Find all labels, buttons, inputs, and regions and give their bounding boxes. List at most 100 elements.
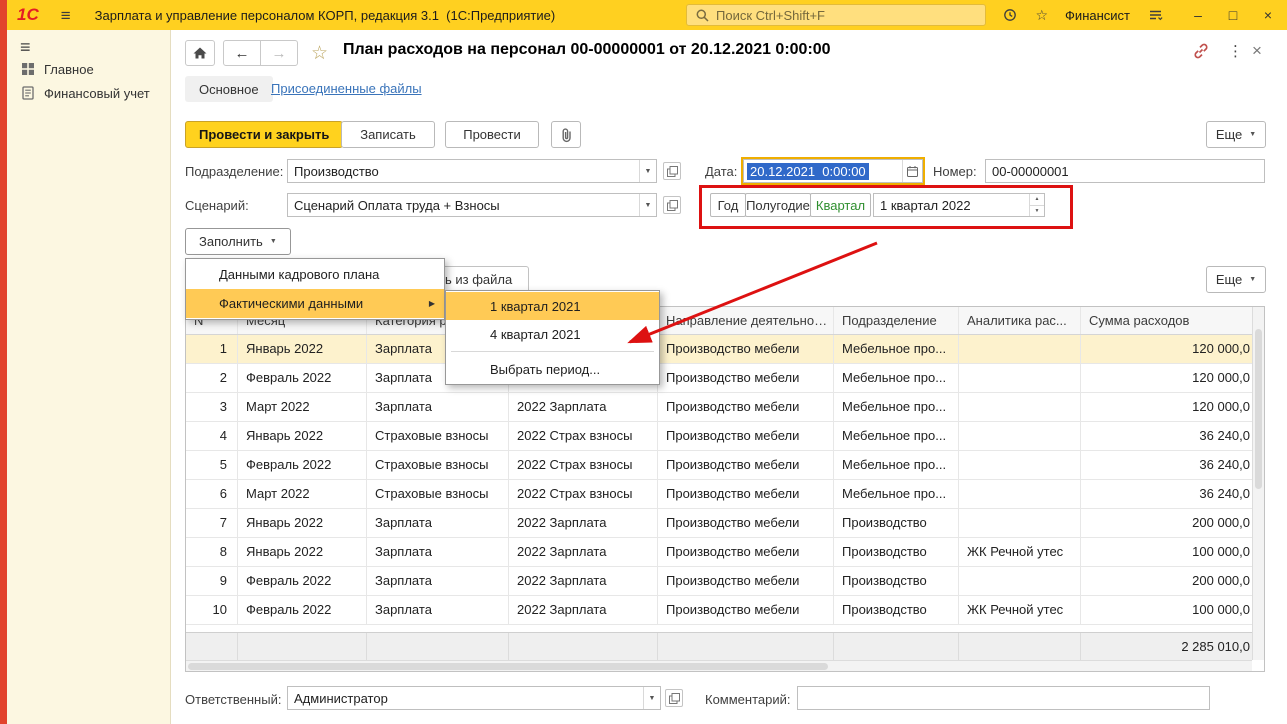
sidebar-item-main[interactable]: Главное bbox=[7, 57, 170, 81]
amount-cell[interactable]: 36 240,0 bbox=[1081, 480, 1254, 508]
category-cell[interactable]: Зарплата bbox=[367, 538, 509, 566]
table-row[interactable]: 7 Январь 2022 Зарплата 2022 Зарплата Про… bbox=[186, 509, 1254, 538]
analytics-cell[interactable] bbox=[959, 509, 1081, 537]
analytics-cell[interactable] bbox=[959, 451, 1081, 479]
row-number-cell[interactable]: 3 bbox=[186, 393, 238, 421]
amount-cell[interactable]: 200 000,0 bbox=[1081, 509, 1254, 537]
period-halfyear-button[interactable]: Полугодие bbox=[745, 193, 811, 217]
responsible-input[interactable]: Администратор ▼ bbox=[287, 686, 661, 710]
month-cell[interactable]: Январь 2022 bbox=[238, 335, 367, 363]
menu-item-staff-plan-data[interactable]: Данными кадрового плана bbox=[186, 260, 444, 289]
service-menu-icon[interactable] bbox=[1147, 7, 1164, 23]
activity-direction-cell[interactable]: Производство мебели bbox=[658, 335, 834, 363]
sections-panel-menu-icon[interactable]: ≡ bbox=[20, 38, 31, 56]
home-button[interactable] bbox=[185, 40, 215, 66]
expense-item-cell[interactable]: 2022 Зарплата bbox=[509, 509, 658, 537]
amount-cell[interactable]: 100 000,0 bbox=[1081, 538, 1254, 566]
activity-direction-cell[interactable]: Производство мебели bbox=[658, 480, 834, 508]
expense-item-cell[interactable]: 2022 Зарплата bbox=[509, 567, 658, 595]
category-cell[interactable]: Зарплата bbox=[367, 509, 509, 537]
menu-item-actual-data[interactable]: Фактическими данными ▶ bbox=[186, 289, 444, 318]
row-number-cell[interactable]: 7 bbox=[186, 509, 238, 537]
responsible-dropdown-icon[interactable]: ▼ bbox=[643, 687, 660, 709]
activity-direction-cell[interactable]: Производство мебели bbox=[658, 422, 834, 450]
category-cell[interactable]: Зарплата bbox=[367, 567, 509, 595]
category-cell[interactable]: Зарплата bbox=[367, 393, 509, 421]
table-row[interactable]: 4 Январь 2022 Страховые взносы 2022 Стра… bbox=[186, 422, 1254, 451]
month-cell[interactable]: Февраль 2022 bbox=[238, 567, 367, 595]
expense-item-cell[interactable]: 2022 Зарплата bbox=[509, 596, 658, 624]
table-more-button[interactable]: Еще ▼ bbox=[1206, 266, 1266, 293]
table-row[interactable]: 1 Январь 2022 Зарплата Производство мебе… bbox=[186, 335, 1254, 364]
date-input[interactable]: 20.12.2021 0:00:00 bbox=[743, 159, 923, 183]
row-number-cell[interactable]: 4 bbox=[186, 422, 238, 450]
activity-direction-cell[interactable]: Производство мебели bbox=[658, 538, 834, 566]
get-link-icon[interactable] bbox=[1192, 42, 1210, 63]
favorites-star-icon[interactable]: ☆ bbox=[1035, 7, 1048, 24]
analytics-cell[interactable] bbox=[959, 393, 1081, 421]
header-cell[interactable]: Аналитика рас... bbox=[959, 307, 1081, 334]
row-number-cell[interactable]: 5 bbox=[186, 451, 238, 479]
row-number-cell[interactable]: 6 bbox=[186, 480, 238, 508]
period-spinner[interactable]: ▲ ▼ bbox=[1029, 194, 1044, 216]
row-number-cell[interactable]: 10 bbox=[186, 596, 238, 624]
header-cell[interactable]: Подразделение bbox=[834, 307, 959, 334]
toolbar-more-button[interactable]: Еще ▼ bbox=[1206, 121, 1266, 148]
category-cell[interactable]: Страховые взносы bbox=[367, 422, 509, 450]
activity-direction-cell[interactable]: Производство мебели bbox=[658, 509, 834, 537]
month-cell[interactable]: Январь 2022 bbox=[238, 538, 367, 566]
sidebar-item-financial-accounting[interactable]: Финансовый учет bbox=[7, 81, 170, 105]
window-close-button[interactable]: × bbox=[1259, 7, 1277, 23]
department-cell[interactable]: Производство bbox=[834, 509, 959, 537]
table-row[interactable]: 10 Февраль 2022 Зарплата 2022 Зарплата П… bbox=[186, 596, 1254, 625]
table-row[interactable]: 5 Февраль 2022 Страховые взносы 2022 Стр… bbox=[186, 451, 1254, 480]
number-input[interactable]: 00-00000001 bbox=[985, 159, 1265, 183]
row-number-cell[interactable]: 2 bbox=[186, 364, 238, 392]
spin-up-icon[interactable]: ▲ bbox=[1030, 194, 1044, 206]
month-cell[interactable]: Февраль 2022 bbox=[238, 596, 367, 624]
department-cell[interactable]: Мебельное про... bbox=[834, 451, 959, 479]
department-cell[interactable]: Производство bbox=[834, 567, 959, 595]
amount-cell[interactable]: 120 000,0 bbox=[1081, 335, 1254, 363]
more-actions-dots-icon[interactable]: ⋮ bbox=[1228, 42, 1243, 60]
document-close-icon[interactable]: × bbox=[1252, 41, 1262, 61]
table-row[interactable]: 6 Март 2022 Страховые взносы 2022 Страх … bbox=[186, 480, 1254, 509]
post-and-close-button[interactable]: Провести и закрыть bbox=[185, 121, 344, 148]
category-cell[interactable]: Страховые взносы bbox=[367, 480, 509, 508]
vertical-scrollbar-thumb[interactable] bbox=[1255, 329, 1262, 489]
scenario-dropdown-icon[interactable]: ▼ bbox=[639, 194, 656, 216]
analytics-cell[interactable] bbox=[959, 364, 1081, 392]
vertical-scrollbar[interactable] bbox=[1252, 307, 1264, 660]
expense-item-cell[interactable]: 2022 Страх взносы bbox=[509, 422, 658, 450]
department-cell[interactable]: Мебельное про... bbox=[834, 335, 959, 363]
scenario-input[interactable]: Сценарий Оплата труда + Взносы ▼ bbox=[287, 193, 657, 217]
global-search-input[interactable]: Поиск Ctrl+Shift+F bbox=[686, 4, 986, 26]
spin-down-icon[interactable]: ▼ bbox=[1030, 206, 1044, 217]
month-cell[interactable]: Январь 2022 bbox=[238, 422, 367, 450]
row-number-cell[interactable]: 9 bbox=[186, 567, 238, 595]
header-cell[interactable]: Направление деятельности bbox=[658, 307, 834, 334]
post-button[interactable]: Провести bbox=[445, 121, 539, 148]
period-value-input[interactable]: 1 квартал 2022 ▲ ▼ bbox=[873, 193, 1045, 217]
horizontal-scrollbar-thumb[interactable] bbox=[188, 663, 828, 670]
submenu-item-q1-2021[interactable]: 1 квартал 2021 bbox=[446, 292, 659, 320]
comment-input[interactable] bbox=[797, 686, 1210, 710]
horizontal-scrollbar[interactable] bbox=[186, 660, 1252, 671]
analytics-cell[interactable]: ЖК Речной утес bbox=[959, 596, 1081, 624]
tab-main[interactable]: Основное bbox=[185, 76, 273, 102]
department-cell[interactable]: Мебельное про... bbox=[834, 393, 959, 421]
table-row[interactable]: 8 Январь 2022 Зарплата 2022 Зарплата Про… bbox=[186, 538, 1254, 567]
department-cell[interactable]: Мебельное про... bbox=[834, 422, 959, 450]
category-cell[interactable]: Страховые взносы bbox=[367, 451, 509, 479]
favorite-document-star-icon[interactable]: ☆ bbox=[311, 42, 328, 65]
department-open-button[interactable] bbox=[663, 162, 681, 180]
history-icon[interactable] bbox=[1002, 7, 1018, 23]
analytics-cell[interactable] bbox=[959, 335, 1081, 363]
minimize-button[interactable]: – bbox=[1189, 7, 1207, 23]
submenu-item-choose-period[interactable]: Выбрать период... bbox=[446, 355, 659, 383]
tab-attached-files[interactable]: Присоединенные файлы bbox=[271, 81, 422, 96]
month-cell[interactable]: Март 2022 bbox=[238, 393, 367, 421]
activity-direction-cell[interactable]: Производство мебели bbox=[658, 567, 834, 595]
save-button[interactable]: Записать bbox=[341, 121, 435, 148]
forward-button[interactable]: → bbox=[260, 40, 298, 66]
